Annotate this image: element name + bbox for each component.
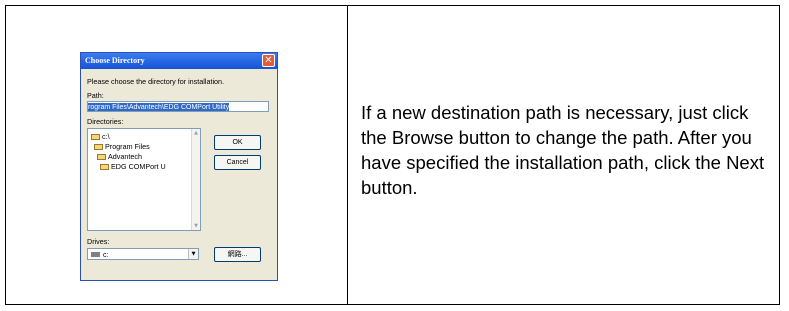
folder-open-icon bbox=[97, 154, 106, 160]
chevron-down-icon[interactable]: ▼ bbox=[188, 249, 198, 259]
directory-item[interactable]: EDG COMPort U bbox=[100, 162, 166, 171]
path-input[interactable]: rogram Files\Advantech\EDG COMPort Utili… bbox=[87, 101, 269, 112]
folder-open-icon bbox=[91, 134, 100, 140]
path-label: Path: bbox=[87, 91, 104, 100]
ok-button[interactable]: OK bbox=[214, 135, 261, 150]
path-value: rogram Files\Advantech\EDG COMPort Utili… bbox=[88, 103, 230, 111]
directory-label: EDG COMPort U bbox=[111, 162, 166, 171]
choose-directory-dialog: Choose Directory ✕ Please choose the dir… bbox=[80, 52, 278, 281]
directory-label: Program Files bbox=[105, 142, 150, 151]
directories-scrollbar[interactable]: ▲ ▼ bbox=[191, 129, 200, 230]
drives-label: Drives: bbox=[87, 237, 110, 246]
directory-label: c:\ bbox=[102, 132, 110, 141]
directories-label: Directories: bbox=[87, 117, 124, 126]
drive-value: c: bbox=[103, 250, 109, 259]
directories-list[interactable]: c:\ Program Files Advantech EDG COMPort … bbox=[87, 128, 201, 231]
document-table: Choose Directory ✕ Please choose the dir… bbox=[5, 5, 780, 305]
directory-item[interactable]: c:\ bbox=[91, 132, 110, 141]
directory-item[interactable]: Program Files bbox=[94, 142, 150, 151]
folder-open-icon bbox=[100, 164, 109, 170]
drive-icon bbox=[91, 252, 100, 257]
directory-label: Advantech bbox=[108, 152, 142, 161]
directory-item[interactable]: Advantech bbox=[97, 152, 142, 161]
drives-select[interactable]: c: ▼ bbox=[87, 248, 199, 260]
scroll-down-icon[interactable]: ▼ bbox=[192, 222, 200, 230]
cell-divider bbox=[347, 6, 348, 304]
folder-open-icon bbox=[94, 144, 103, 150]
instruction-text: If a new destination path is necessary, … bbox=[361, 102, 765, 198]
scroll-up-icon[interactable]: ▲ bbox=[192, 129, 200, 137]
close-icon[interactable]: ✕ bbox=[262, 54, 275, 67]
dialog-title: Choose Directory bbox=[85, 56, 145, 65]
cancel-button[interactable]: Cancel bbox=[214, 155, 261, 170]
network-button[interactable]: 網路... bbox=[214, 247, 261, 262]
dialog-prompt: Please choose the directory for installa… bbox=[87, 77, 225, 86]
dialog-title-bar: Choose Directory ✕ bbox=[81, 53, 277, 69]
